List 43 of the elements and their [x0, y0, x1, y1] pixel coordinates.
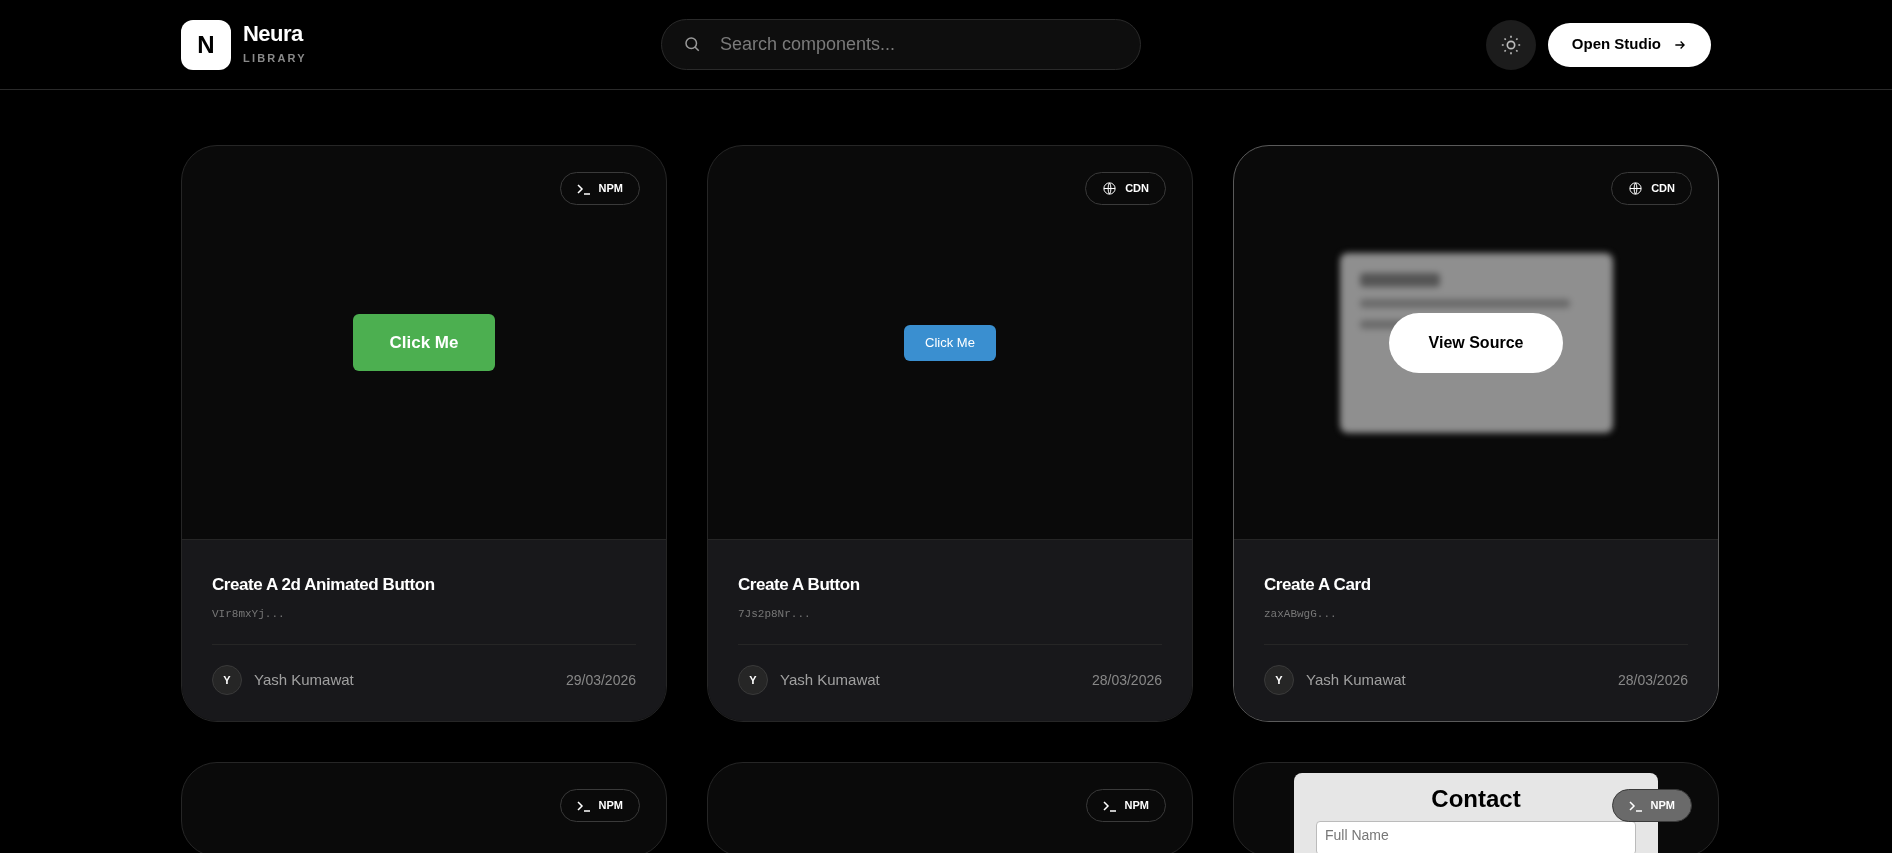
author-name: Yash Kumawat — [1306, 669, 1407, 690]
badge-label: CDN — [1125, 181, 1149, 197]
badge-label: CDN — [1651, 181, 1675, 197]
component-id: 7Js2p8Nr... — [738, 606, 812, 622]
date-text: 28/03/2026 — [1091, 670, 1162, 690]
form-heading: Contact — [1431, 785, 1521, 813]
date-text: 28/03/2026 — [1617, 670, 1688, 690]
search-icon — [683, 35, 701, 53]
component-card[interactable]: CDN View Source Create A Card zaxABwgG... Y Yash Kumawat 28/03/2026 — [1233, 145, 1719, 722]
terminal-icon — [576, 799, 591, 812]
component-id: zaxABwgG... — [1264, 606, 1338, 622]
component-card[interactable]: Contact Full Name NPM — [1233, 762, 1719, 853]
sun-icon — [1499, 33, 1522, 56]
author-name: Yash Kumawat — [780, 669, 881, 690]
author-avatar: Y — [1264, 665, 1294, 695]
search-field[interactable]: Search components... — [661, 19, 1141, 70]
badge-label: NPM — [598, 798, 623, 814]
badge-label: NPM — [1650, 798, 1675, 814]
badge-label: NPM — [1124, 798, 1149, 814]
terminal-icon — [1102, 799, 1117, 812]
component-card[interactable]: NPM — [181, 762, 667, 853]
author-name: Yash Kumawat — [254, 669, 355, 690]
terminal-icon — [576, 182, 591, 195]
view-source-button[interactable]: View Source — [1389, 312, 1563, 373]
card-title: Create A 2d Animated Button — [212, 574, 436, 596]
name-input-field[interactable]: Full Name — [1316, 821, 1636, 853]
component-card[interactable]: NPM — [707, 762, 1193, 853]
card-title: Create A Button — [738, 574, 861, 596]
brand-subtitle: LIBRARY — [243, 51, 307, 67]
open-studio-button[interactable]: Open Studio — [1547, 22, 1711, 67]
brand-name: Neura — [243, 22, 305, 47]
card-title: Create A Card — [1264, 574, 1372, 596]
author-avatar: Y — [738, 665, 768, 695]
component-card[interactable]: Click Me CDN Create A Button 7Js2p8Nr... Y Yash Kumawat 28/03/2026 — [707, 145, 1193, 722]
badge-label: NPM — [598, 181, 623, 197]
logo[interactable]: N — [181, 19, 231, 70]
component-id: VIr8mxYj... — [212, 606, 286, 622]
component-card[interactable]: Click Me NPM Create A 2d Animated Button VIr8mxYj... Y Yash Kumawat 29/03/2026 — [181, 145, 667, 722]
terminal-icon — [1628, 799, 1643, 812]
globe-icon — [1628, 181, 1644, 196]
globe-icon — [1102, 181, 1118, 196]
author-avatar: Y — [212, 665, 242, 695]
date-text: 29/03/2026 — [565, 670, 636, 690]
